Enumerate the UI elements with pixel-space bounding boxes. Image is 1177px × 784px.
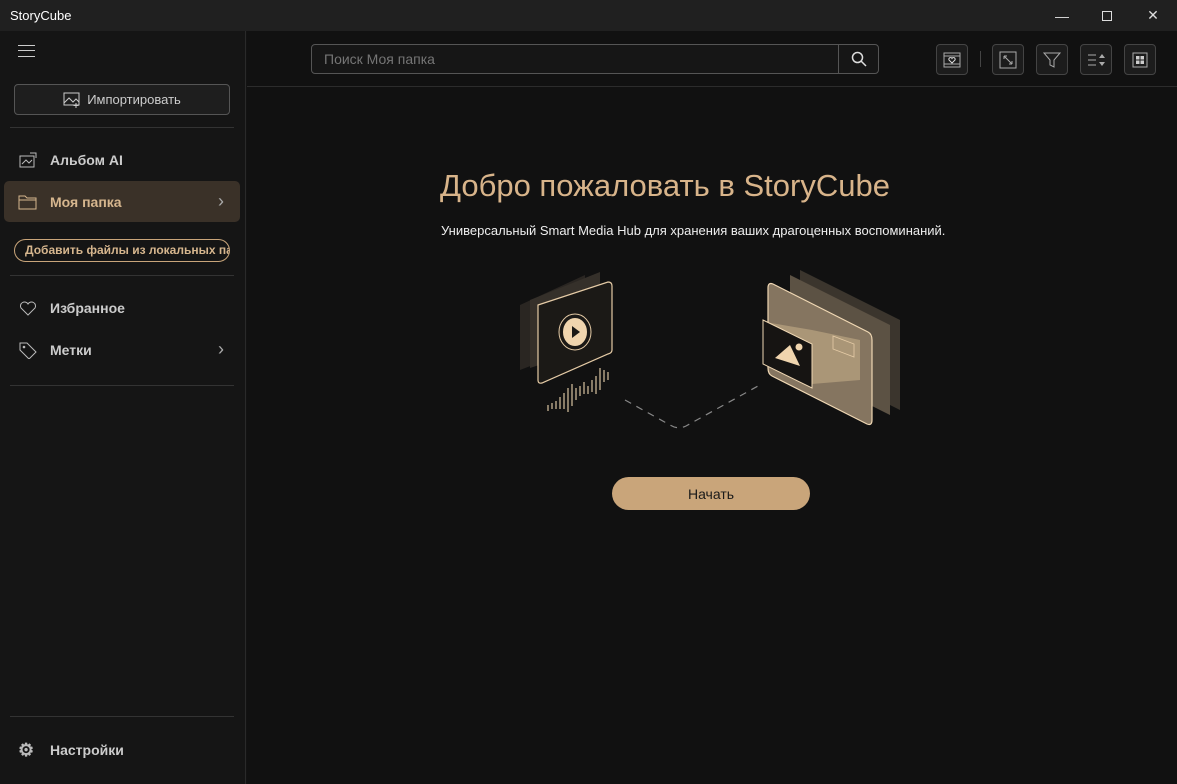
divider [10, 385, 234, 386]
sidebar-item-label: Метки [50, 341, 92, 358]
sidebar-item-favorites[interactable]: Избранное [4, 287, 240, 328]
grid-icon [1132, 52, 1148, 67]
folder-icon [18, 194, 38, 210]
grid-view-button[interactable] [1124, 44, 1156, 75]
title-bar: StoryCube — ✕ [0, 0, 1177, 31]
photo-card-icon [762, 270, 900, 426]
image-add-icon [63, 92, 80, 108]
divider [10, 275, 234, 276]
menu-icon[interactable] [18, 45, 35, 57]
video-card-icon [520, 272, 613, 384]
film-heart-icon [943, 52, 961, 67]
minimize-button[interactable]: — [1039, 0, 1085, 31]
sort-button[interactable] [1080, 44, 1112, 75]
sidebar-item-label: Альбом AI [50, 151, 123, 168]
sidebar-item-label: Моя папка [50, 193, 122, 210]
chevron-right-icon: › [218, 339, 224, 359]
maximize-button[interactable] [1084, 0, 1130, 31]
tag-icon [18, 341, 38, 359]
welcome-illustration [520, 270, 900, 429]
main-content: Добро пожаловать в StoryCube Универсальн… [247, 31, 1177, 784]
ai-album-icon [18, 152, 38, 168]
expand-button[interactable] [992, 44, 1024, 75]
dashed-connector [624, 385, 759, 429]
settings-label: Настройки [50, 742, 124, 758]
import-label: Импортировать [87, 92, 181, 107]
import-button[interactable]: Импортировать [14, 84, 230, 115]
search-box [311, 44, 879, 74]
sidebar-item-tags[interactable]: Метки › [4, 329, 240, 370]
chevron-right-icon: › [218, 191, 224, 211]
expand-icon [999, 51, 1017, 68]
divider [10, 127, 234, 128]
sidebar-item-label: Избранное [50, 299, 125, 316]
search-input[interactable] [312, 51, 838, 67]
close-button[interactable]: ✕ [1130, 0, 1176, 31]
toolbar [247, 31, 1177, 87]
divider [980, 51, 981, 67]
app-title: StoryCube [10, 8, 72, 23]
divider [10, 716, 234, 717]
gear-icon: ⚙ [18, 739, 35, 760]
heart-icon [18, 300, 38, 316]
search-button[interactable] [838, 45, 878, 73]
sort-icon [1088, 53, 1105, 66]
filter-button[interactable] [1036, 44, 1068, 75]
sidebar-item-my-folder[interactable]: Моя папка › [4, 181, 240, 222]
add-local-folders-button[interactable]: Добавить файлы из локальных папок [14, 239, 230, 262]
sidebar-item-ai-album[interactable]: Альбом AI [4, 139, 240, 180]
memories-button[interactable] [936, 44, 968, 75]
start-button[interactable]: Начать [612, 477, 810, 510]
filter-icon [1043, 52, 1061, 68]
settings-button[interactable]: ⚙ Настройки [4, 731, 240, 769]
welcome-title: Добро пожаловать в StoryCube [440, 168, 890, 203]
sidebar: Импортировать Альбом AI Моя папка › Доба… [0, 31, 246, 784]
search-icon [851, 51, 867, 67]
welcome-subtitle: Универсальный Smart Media Hub для хранен… [441, 223, 946, 238]
